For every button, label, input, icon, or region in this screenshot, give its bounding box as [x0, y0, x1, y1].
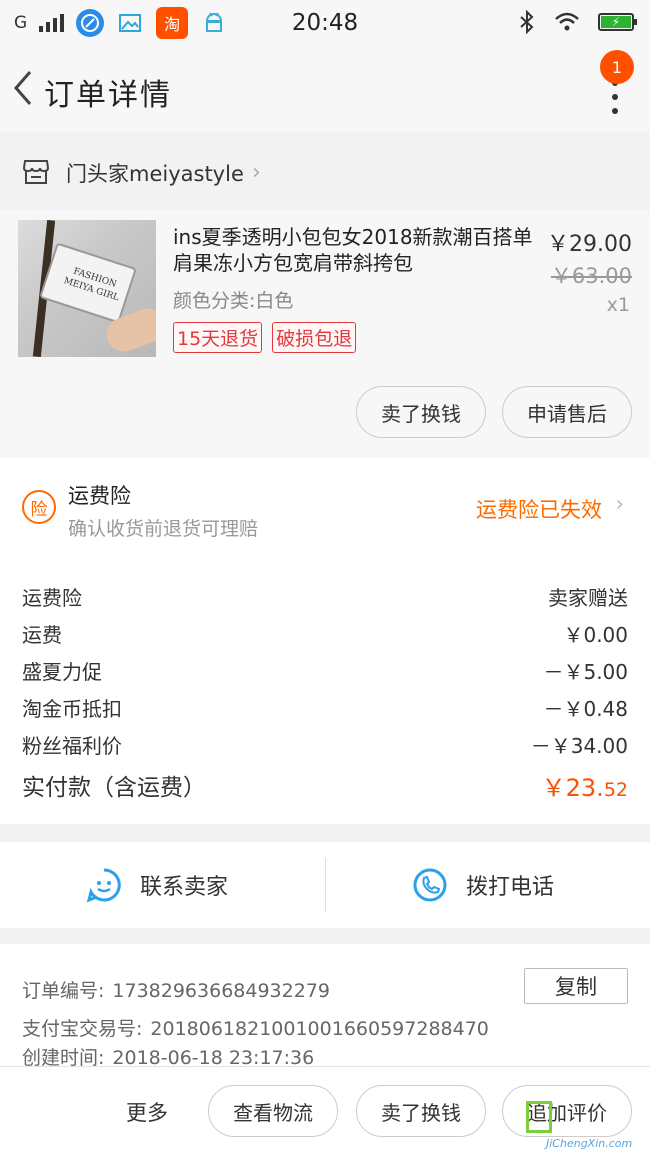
wifi-icon	[555, 12, 579, 31]
total-integer: 23.	[565, 773, 604, 802]
view-logistics-button[interactable]: 查看物流	[208, 1085, 338, 1137]
product-card: FASHION MEIYA GIRL ins夏季透明小包包女2018新款潮百搭单…	[0, 210, 650, 458]
fee-row: 淘金币抵扣 －￥0.48	[22, 689, 628, 725]
fee-label: 淘金币抵扣	[22, 696, 122, 721]
contact-seller-button[interactable]: 联系卖家	[86, 842, 228, 928]
phone-icon	[413, 868, 447, 902]
apply-after-sales-button[interactable]: 申请售后	[502, 386, 632, 438]
notification-badge: 1	[600, 50, 634, 84]
shop-icon	[22, 160, 50, 184]
fee-label: 运费	[22, 622, 62, 647]
bottom-action-bar: 更多 查看物流 卖了换钱 追加评价 JiChengXin.com	[0, 1066, 650, 1155]
watermark-logo: JiChengXin.com	[526, 1097, 648, 1155]
fee-value: －￥5.00	[543, 659, 628, 684]
alipay-number-value: 2018061821001001660597288470	[150, 1018, 489, 1040]
total-currency: ￥	[541, 773, 566, 802]
bluetooth-icon	[520, 10, 534, 34]
alipay-number-label: 支付宝交易号:	[22, 1018, 143, 1040]
contact-bar: 联系卖家 拨打电话	[0, 842, 650, 928]
fee-value: 卖家赠送	[548, 585, 628, 610]
total-row: 实付款（含运费） ￥23.52	[22, 765, 628, 805]
sell-for-cash-button[interactable]: 卖了换钱	[356, 1085, 486, 1137]
alipay-number-row: 支付宝交易号: 2018061821001001660597288470	[22, 1014, 489, 1041]
fee-row: 运费险 卖家赠送	[22, 578, 628, 614]
call-phone-button[interactable]: 拨打电话	[412, 842, 554, 928]
call-phone-label: 拨打电话	[466, 875, 555, 900]
divider	[325, 858, 326, 912]
watermark-text: JiChengXin.com	[546, 1137, 633, 1150]
order-number-label: 订单编号:	[22, 980, 105, 1002]
shop-row[interactable]: 门头家meiyastyle ›	[0, 132, 650, 210]
copy-button[interactable]: 复制	[524, 968, 628, 1004]
fee-label: 粉丝福利价	[22, 733, 122, 758]
service-tags: 15天退货 破损包退	[173, 322, 357, 353]
tag-return-15-days: 15天退货	[173, 322, 263, 353]
chevron-right-icon: ›	[252, 160, 261, 185]
fee-value: －￥0.48	[543, 696, 628, 721]
browser-icon	[76, 9, 105, 37]
tag-damage-return: 破损包退	[272, 322, 357, 353]
total-cents: 52	[603, 778, 628, 801]
total-label: 实付款（含运费）	[22, 775, 206, 801]
android-icon	[200, 9, 228, 37]
insurance-icon: 险	[22, 490, 56, 524]
order-info: 订单编号: 173829636684932279 复制 支付宝交易号: 201806…	[0, 944, 650, 1069]
carrier-label: G	[14, 13, 28, 33]
taobao-icon-label: 淘	[164, 15, 181, 34]
more-options-icon[interactable]	[610, 80, 620, 114]
product-image[interactable]: FASHION MEIYA GIRL	[18, 220, 156, 357]
status-time: 20:48	[291, 10, 359, 36]
order-number-row: 订单编号: 173829636684932279	[22, 976, 330, 1003]
fee-row: 盛夏力促 －￥5.00	[22, 652, 628, 688]
insurance-title: 运费险	[68, 484, 131, 508]
product-spec: 颜色分类:白色	[173, 290, 294, 312]
fee-label: 运费险	[22, 585, 82, 610]
gallery-icon	[116, 9, 144, 37]
chat-icon	[86, 868, 121, 903]
total-amount: ￥23.52	[542, 768, 628, 803]
app-header: 订单详情 1	[0, 46, 650, 132]
fee-value: －￥34.00	[530, 733, 628, 758]
product-title[interactable]: ins夏季透明小包包女2018新款潮百搭单肩果冻小方包宽肩带斜挎包	[173, 224, 538, 276]
fee-breakdown: 运费险 卖家赠送 运费 ￥0.00 盛夏力促 －￥5.00 淘金币抵扣 －￥0.…	[0, 554, 650, 824]
chevron-right-icon: ›	[615, 492, 624, 517]
contact-seller-label: 联系卖家	[140, 875, 229, 900]
battery-icon: ⚡	[598, 13, 637, 31]
insurance-subtitle: 确认收货前退货可理赔	[68, 518, 259, 540]
sell-for-cash-button[interactable]: 卖了换钱	[356, 386, 486, 438]
product-quantity: x1	[606, 294, 630, 316]
product-price: ￥29.00	[547, 232, 632, 257]
back-arrow-icon[interactable]	[8, 68, 38, 108]
fee-label: 盛夏力促	[22, 659, 102, 684]
signal-icon	[39, 14, 65, 32]
page-title: 订单详情	[44, 78, 172, 113]
shop-name: 门头家meiyastyle	[66, 162, 244, 186]
charging-bolt-icon: ⚡	[611, 15, 621, 29]
original-price: ￥63.00	[550, 264, 632, 288]
taobao-icon: 淘	[156, 7, 189, 39]
fee-row: 粉丝福利价 －￥34.00	[22, 726, 628, 762]
insurance-status: 运费险已失效	[476, 498, 602, 522]
shipping-insurance-row[interactable]: 险 运费险 确认收货前退货可理赔 运费险已失效 ›	[0, 458, 650, 554]
order-number-value: 173829636684932279	[112, 980, 330, 1002]
more-button[interactable]: 更多	[126, 1097, 168, 1127]
status-bar: G 淘 20:48 ⚡	[0, 0, 650, 46]
fee-row: 运费 ￥0.00	[22, 615, 628, 651]
fee-value: ￥0.00	[563, 622, 628, 647]
